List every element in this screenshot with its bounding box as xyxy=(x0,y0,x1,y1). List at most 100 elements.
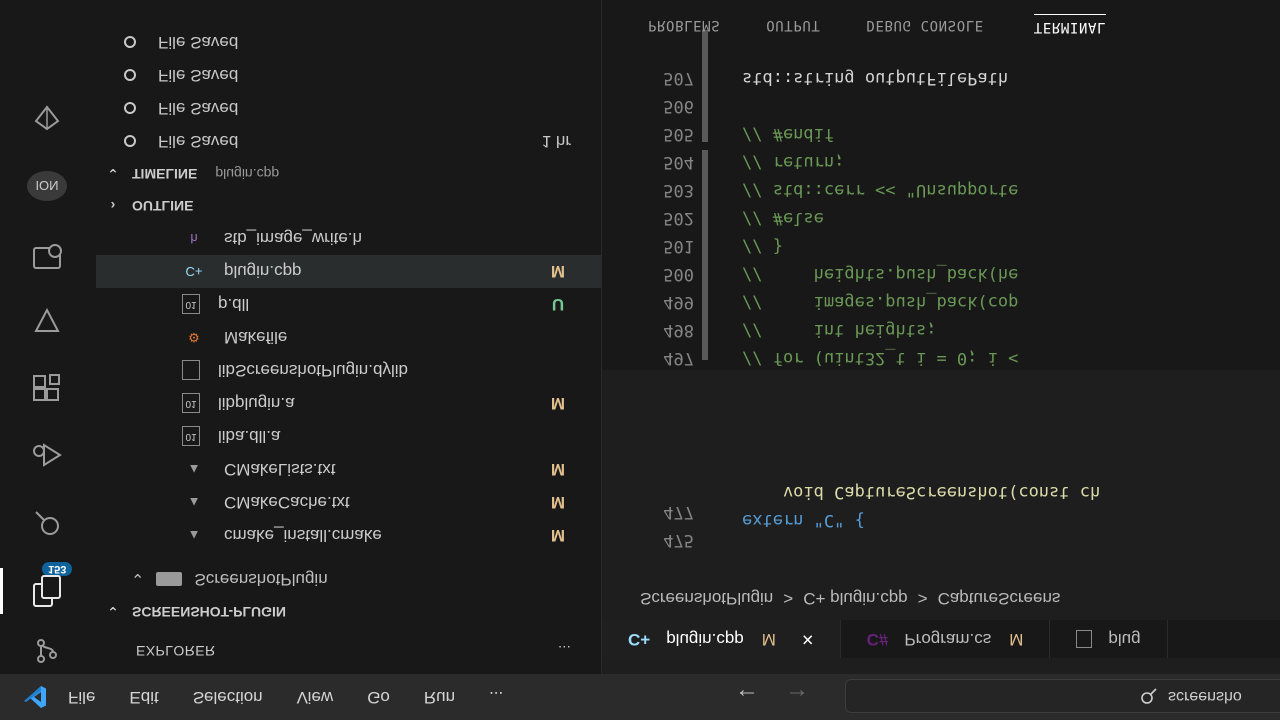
menu-more[interactable]: ... xyxy=(489,687,503,707)
menu-run[interactable]: Run xyxy=(424,687,455,707)
source-control-icon[interactable] xyxy=(24,628,70,674)
activity-bar: 153 ION xyxy=(0,0,96,674)
file-item-cmakecache[interactable]: ▲ CMakeCache.txt M xyxy=(96,486,601,519)
terminal-line: 498// int heights; xyxy=(663,320,937,340)
tab-output[interactable]: OUTPUT xyxy=(766,17,820,33)
title-bar: File Edit Selection View Go Run ... ← → … xyxy=(0,674,1280,720)
remote-explorer-icon[interactable] xyxy=(24,233,70,279)
binary-file-icon: 01 xyxy=(182,294,200,315)
chevron-down-icon: ⌄ xyxy=(107,166,119,183)
svg-text:ION: ION xyxy=(35,178,58,193)
folder-label: ScreenshotPlugin xyxy=(194,570,328,589)
breadcrumb-folder[interactable]: ScreenshotPlugin xyxy=(640,588,773,608)
timeline-item[interactable]: File Saved xyxy=(96,26,601,59)
file-icon xyxy=(182,360,200,381)
terminal-line: 503// std::cerr << "Unsupporte xyxy=(663,180,1019,200)
timeline-file: plugin.cpp xyxy=(215,166,280,182)
run-debug-icon[interactable] xyxy=(24,432,70,478)
file-item-cmakelists[interactable]: ▲ CMakeLists.txt M xyxy=(96,453,601,486)
menu-file[interactable]: File xyxy=(68,687,95,707)
terminal-line: 505// #endif xyxy=(663,124,835,144)
code-editor[interactable]: 475 extern "C" { 477 void CaptureScreens… xyxy=(602,370,1280,580)
csharp-file-icon: C# xyxy=(866,630,889,649)
tab-plugin-cpp[interactable]: C+ plugin.cpp M × xyxy=(602,620,841,658)
terminal-line: 501// } xyxy=(663,236,783,256)
back-arrow-icon[interactable]: ← xyxy=(735,682,759,710)
chevron-right-icon: › xyxy=(110,198,116,214)
menu-bar: File Edit Selection View Go Run ... xyxy=(68,687,503,707)
tab-program-cs[interactable]: C# Program.cs M xyxy=(840,620,1051,658)
menu-view[interactable]: View xyxy=(297,687,334,707)
terminal-line: 506 xyxy=(663,96,694,116)
explorer-title: EXPLORER xyxy=(136,643,216,659)
command-center-search[interactable]: screensho xyxy=(845,679,1280,713)
chevron-down-icon: ⌄ xyxy=(131,570,145,587)
breadcrumb: ScreenshotPlugin > C+ plugin.cpp > Captu… xyxy=(602,584,1280,612)
outline-section[interactable]: › OUTLINE xyxy=(96,190,601,222)
cpp-file-icon: C+ xyxy=(628,630,651,649)
search-view-icon[interactable] xyxy=(24,500,70,546)
terminal-line: 500// heights.push_back(he xyxy=(663,264,1019,284)
file-list-clip xyxy=(96,552,601,562)
circle-icon xyxy=(124,102,136,115)
explorer-sidebar: EXPLORER ... ⌄ SCREENSHOT-PLUGIN ⌄ Scree… xyxy=(96,0,602,674)
file-icon xyxy=(1076,630,1093,648)
terminal-line: 504// return; xyxy=(663,152,845,172)
circle-icon xyxy=(124,69,136,82)
binary-file-icon: 01 xyxy=(182,426,200,447)
file-item-cmake-install[interactable]: ▲ cmake_install.cmake M xyxy=(96,519,601,552)
breadcrumb-separator: > xyxy=(783,589,794,608)
timeline-item[interactable]: File Saved xyxy=(96,92,601,125)
timeline-section[interactable]: ⌄ TIMELINE plugin.cpp xyxy=(96,158,601,190)
editor-tabs: C+ plugin.cpp M × C# Program.cs M plug xyxy=(602,620,1280,658)
bottom-panel: 497// for (uint32_t i = 0; i < 498// int… xyxy=(602,0,1280,370)
menu-edit[interactable]: Edit xyxy=(129,687,158,707)
file-item-plugin-cpp[interactable]: C+ plugin.cpp M xyxy=(96,255,601,288)
timeline-item[interactable]: File Saved xyxy=(96,59,601,92)
breadcrumb-separator: > xyxy=(917,589,928,608)
terminal-lines[interactable]: 497// for (uint32_t i = 0; i < 498// int… xyxy=(602,40,1280,370)
tab-plug[interactable]: plug xyxy=(1050,620,1168,658)
terminal-line: 502// #else xyxy=(663,208,824,228)
panel-tabs: PROBLEMS OUTPUT DEBUG CONSOLE TERMINAL xyxy=(602,5,1280,45)
breadcrumb-file[interactable]: C+ plugin.cpp xyxy=(803,588,907,608)
close-icon[interactable]: × xyxy=(802,628,814,651)
timeline-item[interactable]: File Saved 1 hr xyxy=(96,125,601,158)
terminal-line: 507 std::string outputFilePath xyxy=(663,68,1009,88)
forward-arrow-icon[interactable]: → xyxy=(785,682,809,710)
code-line: 477 void CaptureScreenshot(const ch xyxy=(663,482,1101,522)
makefile-icon: ⚙ xyxy=(188,330,200,346)
workspace-root-label: SCREENSHOT-PLUGIN xyxy=(132,604,287,620)
binary-file-icon: 01 xyxy=(182,393,200,414)
explorer-more-button[interactable]: ... xyxy=(558,643,571,659)
extensions-icon[interactable] xyxy=(24,364,70,410)
explorer-icon[interactable] xyxy=(0,568,70,614)
menu-go[interactable]: Go xyxy=(367,687,390,707)
circle-icon xyxy=(124,36,136,49)
vscode-logo-icon[interactable] xyxy=(20,682,50,712)
tab-terminal[interactable]: TERMINAL xyxy=(1033,14,1107,36)
code-line: 475 extern "C" { xyxy=(663,510,865,550)
folder-row[interactable]: ⌄ ScreenshotPlugin xyxy=(96,562,601,596)
chevron-down-icon: ⌄ xyxy=(107,604,119,621)
tab-debug-console[interactable]: DEBUG CONSOLE xyxy=(866,17,983,33)
workspace-root[interactable]: ⌄ SCREENSHOT-PLUGIN xyxy=(96,596,601,628)
cpp-file-icon: C+ xyxy=(185,264,203,279)
folder-icon xyxy=(156,572,183,586)
account-icon[interactable]: ION xyxy=(24,163,70,209)
cmake-icon: ▲ xyxy=(187,528,201,543)
breadcrumb-symbol[interactable]: CaptureScreens xyxy=(938,588,1061,608)
file-item-stb-image-write[interactable]: h stb_image_write.h xyxy=(96,222,601,255)
terminal-line: 497// for (uint32_t i = 0; i < xyxy=(663,348,1019,368)
menu-selection[interactable]: Selection xyxy=(193,687,263,707)
file-item-dylib[interactable]: libScreenshotPlugin.dylib xyxy=(96,354,601,387)
circle-icon xyxy=(124,135,136,148)
file-item-liba-dll[interactable]: 01 liba.dll.a xyxy=(96,420,601,453)
file-item-makefile[interactable]: ⚙ Makefile xyxy=(96,321,601,354)
testing-icon[interactable] xyxy=(24,298,70,344)
file-item-p-dll[interactable]: 01 p.dll U xyxy=(96,288,601,321)
copilot-icon[interactable] xyxy=(24,95,70,141)
search-text: screensho xyxy=(1168,688,1242,705)
file-item-libplugin[interactable]: 01 libplugin.a M xyxy=(96,387,601,420)
tab-problems[interactable]: PROBLEMS xyxy=(648,17,720,33)
